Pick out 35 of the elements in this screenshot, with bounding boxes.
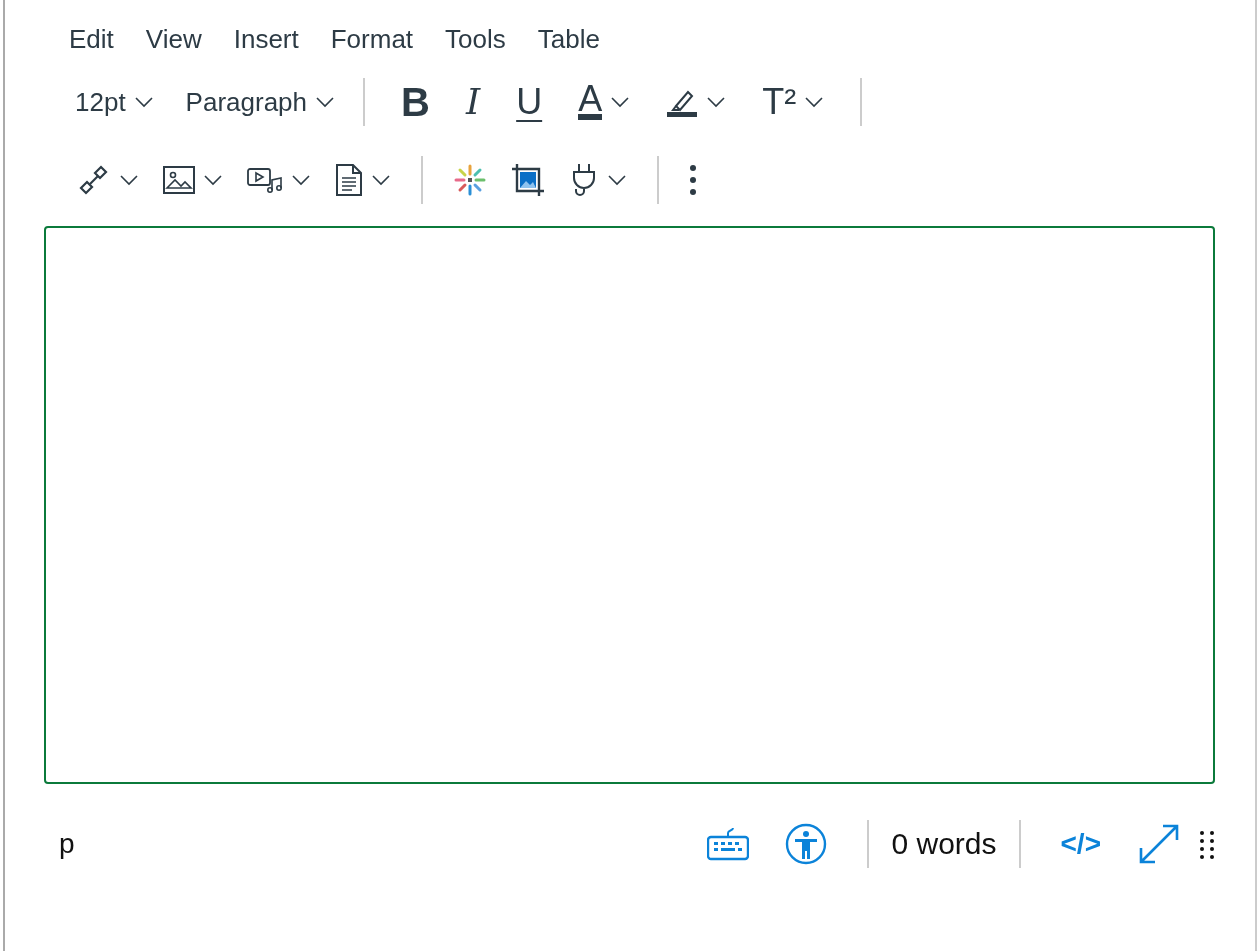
menu-item[interactable]: Table: [537, 24, 600, 60]
word-count: 0 words: [891, 827, 997, 861]
text-color-button[interactable]: A: [568, 78, 641, 126]
superscript-button[interactable]: T²: [752, 78, 835, 126]
sparkle-icon: [453, 163, 487, 197]
chevron-down-icon: [119, 174, 139, 186]
italic-button[interactable]: I: [455, 78, 491, 126]
chevron-down-icon: [291, 174, 311, 186]
menu-item[interactable]: Tools: [445, 24, 506, 60]
chevron-down-icon: [607, 174, 627, 186]
menu-item[interactable]: View: [145, 24, 202, 60]
more-options-icon: [689, 164, 697, 196]
chevron-down-icon: [804, 96, 825, 108]
menu-item[interactable]: Insert: [233, 24, 299, 60]
chevron-down-icon: [610, 96, 631, 108]
chevron-down-icon: [203, 174, 223, 186]
document-icon: [335, 164, 363, 196]
image-icon: [163, 166, 195, 194]
chevron-down-icon: [315, 96, 336, 108]
menu-item[interactable]: Format: [330, 24, 414, 60]
element-path[interactable]: p: [59, 828, 75, 859]
video-music-icon: [247, 166, 283, 194]
menu-item[interactable]: Edit: [69, 24, 114, 60]
fullscreen-icon: [1137, 822, 1181, 866]
chevron-down-icon: [706, 96, 727, 108]
underline-button[interactable]: U: [506, 78, 553, 126]
chevron-down-icon: [133, 96, 154, 108]
block-format-dropdown[interactable]: Paragraph: [175, 80, 346, 124]
crop-image-icon: [511, 163, 545, 197]
keyboard-icon: [707, 827, 750, 861]
accessibility-icon: [785, 823, 828, 865]
bold-button[interactable]: B: [391, 78, 440, 126]
html-editor-toggle[interactable]: </>: [1050, 822, 1111, 866]
font-size-dropdown[interactable]: 12pt: [65, 80, 164, 124]
chevron-down-icon: [371, 174, 391, 186]
